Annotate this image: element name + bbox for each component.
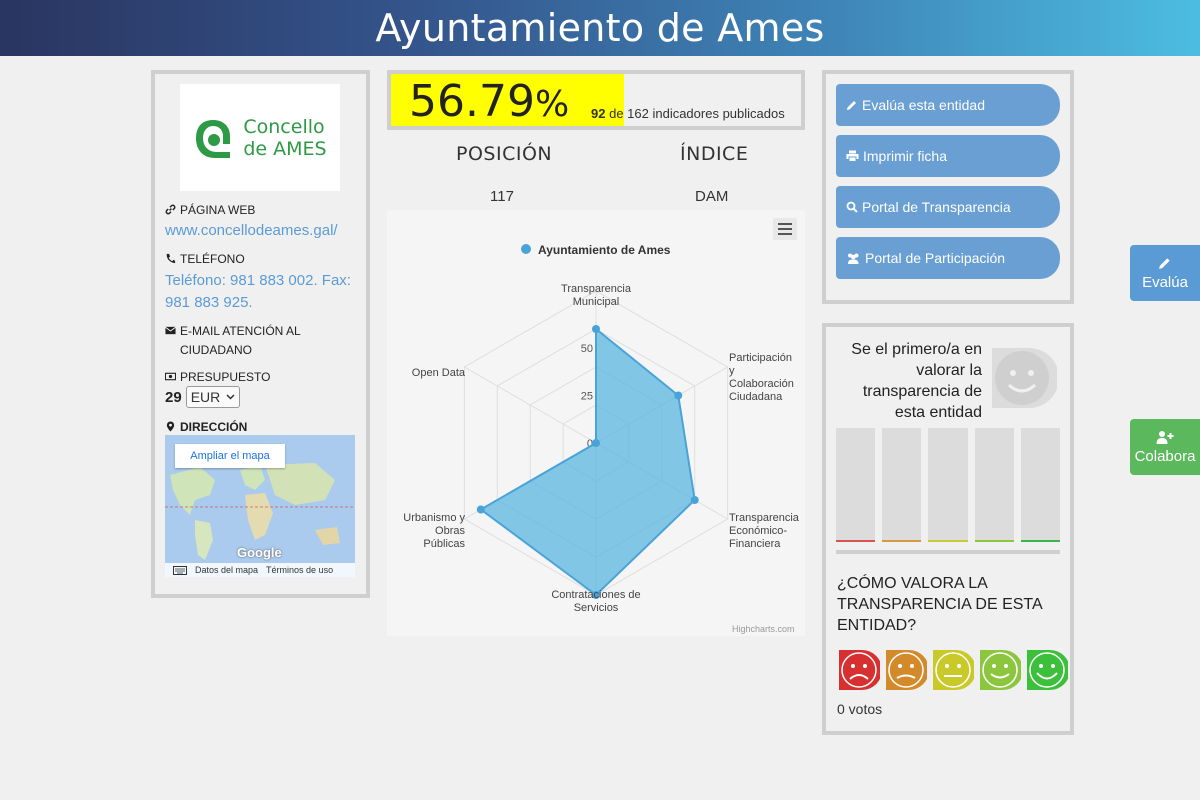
bars-divider <box>836 550 1060 554</box>
budget-value: 29 <box>165 388 182 406</box>
votes-count: 0 votos <box>837 701 883 717</box>
neutral-smiley-icon <box>992 348 1057 408</box>
score-panel: 56.79% 92 de 162 indicadores publicados <box>387 70 805 130</box>
sad-face-icon[interactable] <box>885 649 927 691</box>
envelope-icon <box>165 326 176 335</box>
page-title: Ayuntamiento de Ames <box>375 6 825 50</box>
rating-bar-base <box>836 540 876 542</box>
radar-data-point-5 <box>592 439 600 447</box>
concello-logo-icon <box>196 119 231 158</box>
participation-portal-button[interactable]: Portal de Participación <box>836 237 1060 279</box>
legend-label[interactable]: Ayuntamiento de Ames <box>538 243 671 257</box>
pencil-icon <box>847 101 856 110</box>
phone-value: Teléfono: 981 883 002. Fax: 981 883 925. <box>165 272 351 311</box>
rating-distribution-bars <box>836 428 1061 542</box>
radar-axis-label-3: Contrataciones de Servicios <box>551 589 640 614</box>
rating-bar-4 <box>1020 428 1061 542</box>
rating-bar-2 <box>928 428 968 542</box>
position-value: 117 <box>490 188 514 205</box>
search-icon <box>846 201 858 213</box>
users-icon <box>848 253 859 264</box>
user-plus-icon <box>1156 430 1174 444</box>
chart-menu-button[interactable] <box>773 218 797 240</box>
rating-bar-base <box>882 540 922 542</box>
radar-tick-label: 50 <box>581 343 593 355</box>
rating-bar-base <box>974 540 1014 542</box>
rating-bar-3 <box>974 428 1014 542</box>
position-label: POSICIÓN <box>456 143 553 165</box>
side-collaborate-button[interactable]: Colabora <box>1130 419 1200 475</box>
radar-series-area <box>478 326 696 597</box>
phone-icon <box>166 253 176 264</box>
index-value: DAM <box>695 188 729 205</box>
legend-marker <box>521 244 531 254</box>
actions-panel: Evalúa esta entidad Imprimir ficha Porta… <box>822 70 1074 304</box>
chevron-down-icon <box>226 394 235 400</box>
currency-select[interactable]: EUR <box>185 386 241 408</box>
rating-panel: Se el primero/a en valorar la transparen… <box>822 323 1074 735</box>
score-percent: 56.79% <box>409 76 570 127</box>
rating-bar-0 <box>836 428 876 542</box>
happy-face-icon[interactable] <box>979 649 1021 691</box>
rating-first-text: Se el primero/a en valorar la transparen… <box>851 341 982 421</box>
google-logo: Google <box>237 545 282 560</box>
rating-bar-base <box>928 540 968 542</box>
radar-data-point-4 <box>476 505 485 514</box>
very-sad-face-icon[interactable] <box>838 649 880 691</box>
entity-logo: Concello de AMES <box>180 84 340 191</box>
radar-chart: Ayuntamiento de Ames 0 25 50 Transparencia… <box>387 210 805 636</box>
rating-question: ¿CÓMO VALORA LA TRANSPARENCIA DE ESTA EN… <box>837 575 1042 634</box>
budget-label: PRESUPUESTO <box>165 368 270 387</box>
print-icon <box>846 150 859 162</box>
page-header: Ayuntamiento de Ames <box>0 0 1200 56</box>
map-data-link[interactable]: Datos del mapa <box>195 565 258 575</box>
radar-data-point-0 <box>592 325 600 333</box>
web-label: PÁGINA WEB <box>165 201 255 220</box>
print-sheet-button[interactable]: Imprimir ficha <box>836 135 1060 177</box>
radar-axis-label-0: Transparencia Municipal <box>561 283 632 308</box>
radar-axis-label-1: Participación y Colaboración Ciudadana <box>729 352 794 403</box>
radar-axis-label-5: Open Data <box>412 367 466 379</box>
radar-axis-label-2: Transparencia Económico-Financiera <box>729 512 800 550</box>
location-map[interactable]: Ampliar el mapa Google Datos del mapa Té… <box>165 435 355 577</box>
budget-row: 29 EUR <box>165 386 241 408</box>
stats-section: POSICIÓN 117 ÍNDICE DAM <box>387 130 805 210</box>
radar-data-point-1 <box>674 391 683 400</box>
phone-label: TELÉFONO <box>165 250 245 269</box>
money-icon <box>165 372 176 381</box>
rating-faces <box>838 649 1068 691</box>
very-happy-face-icon[interactable] <box>1026 649 1068 691</box>
rating-bar-base <box>1020 540 1061 542</box>
map-footer: Datos del mapa Términos de uso <box>165 563 355 577</box>
evaluate-entity-button[interactable]: Evalúa esta entidad <box>836 84 1060 126</box>
pencil-icon <box>1159 257 1170 269</box>
map-terms-link[interactable]: Términos de uso <box>266 565 333 575</box>
rating-bar-1 <box>882 428 922 542</box>
enlarge-map-button[interactable]: Ampliar el mapa <box>175 444 285 468</box>
indicators-published: 92 de 162 indicadores publicados <box>591 106 785 121</box>
radar-data-point-2 <box>690 496 699 504</box>
keyboard-icon[interactable] <box>173 565 187 575</box>
email-label: E-MAIL ATENCIÓN AL CIUDADANO <box>165 322 355 360</box>
map-marker-icon <box>166 421 175 432</box>
chart-credit[interactable]: Highcharts.com <box>732 624 795 634</box>
web-link[interactable]: www.concellodeames.gal/ <box>165 220 365 242</box>
index-label: ÍNDICE <box>680 143 749 165</box>
radar-chart-svg: Ayuntamiento de Ames 02550 Transparencia… <box>403 218 800 634</box>
logo-text: Concello de AMES <box>243 115 327 160</box>
radar-tick-label: 25 <box>581 391 593 403</box>
entity-info-panel: Concello de AMES PÁGINA WEB www.concello… <box>151 70 370 598</box>
side-evaluate-button[interactable]: Evalúa <box>1130 245 1200 301</box>
radar-axis-label-4: Urbanismo y Obras Públicas <box>403 512 465 550</box>
neutral-face-icon[interactable] <box>932 649 974 691</box>
transparency-portal-button[interactable]: Portal de Transparencia <box>836 186 1060 228</box>
link-icon <box>165 204 176 215</box>
